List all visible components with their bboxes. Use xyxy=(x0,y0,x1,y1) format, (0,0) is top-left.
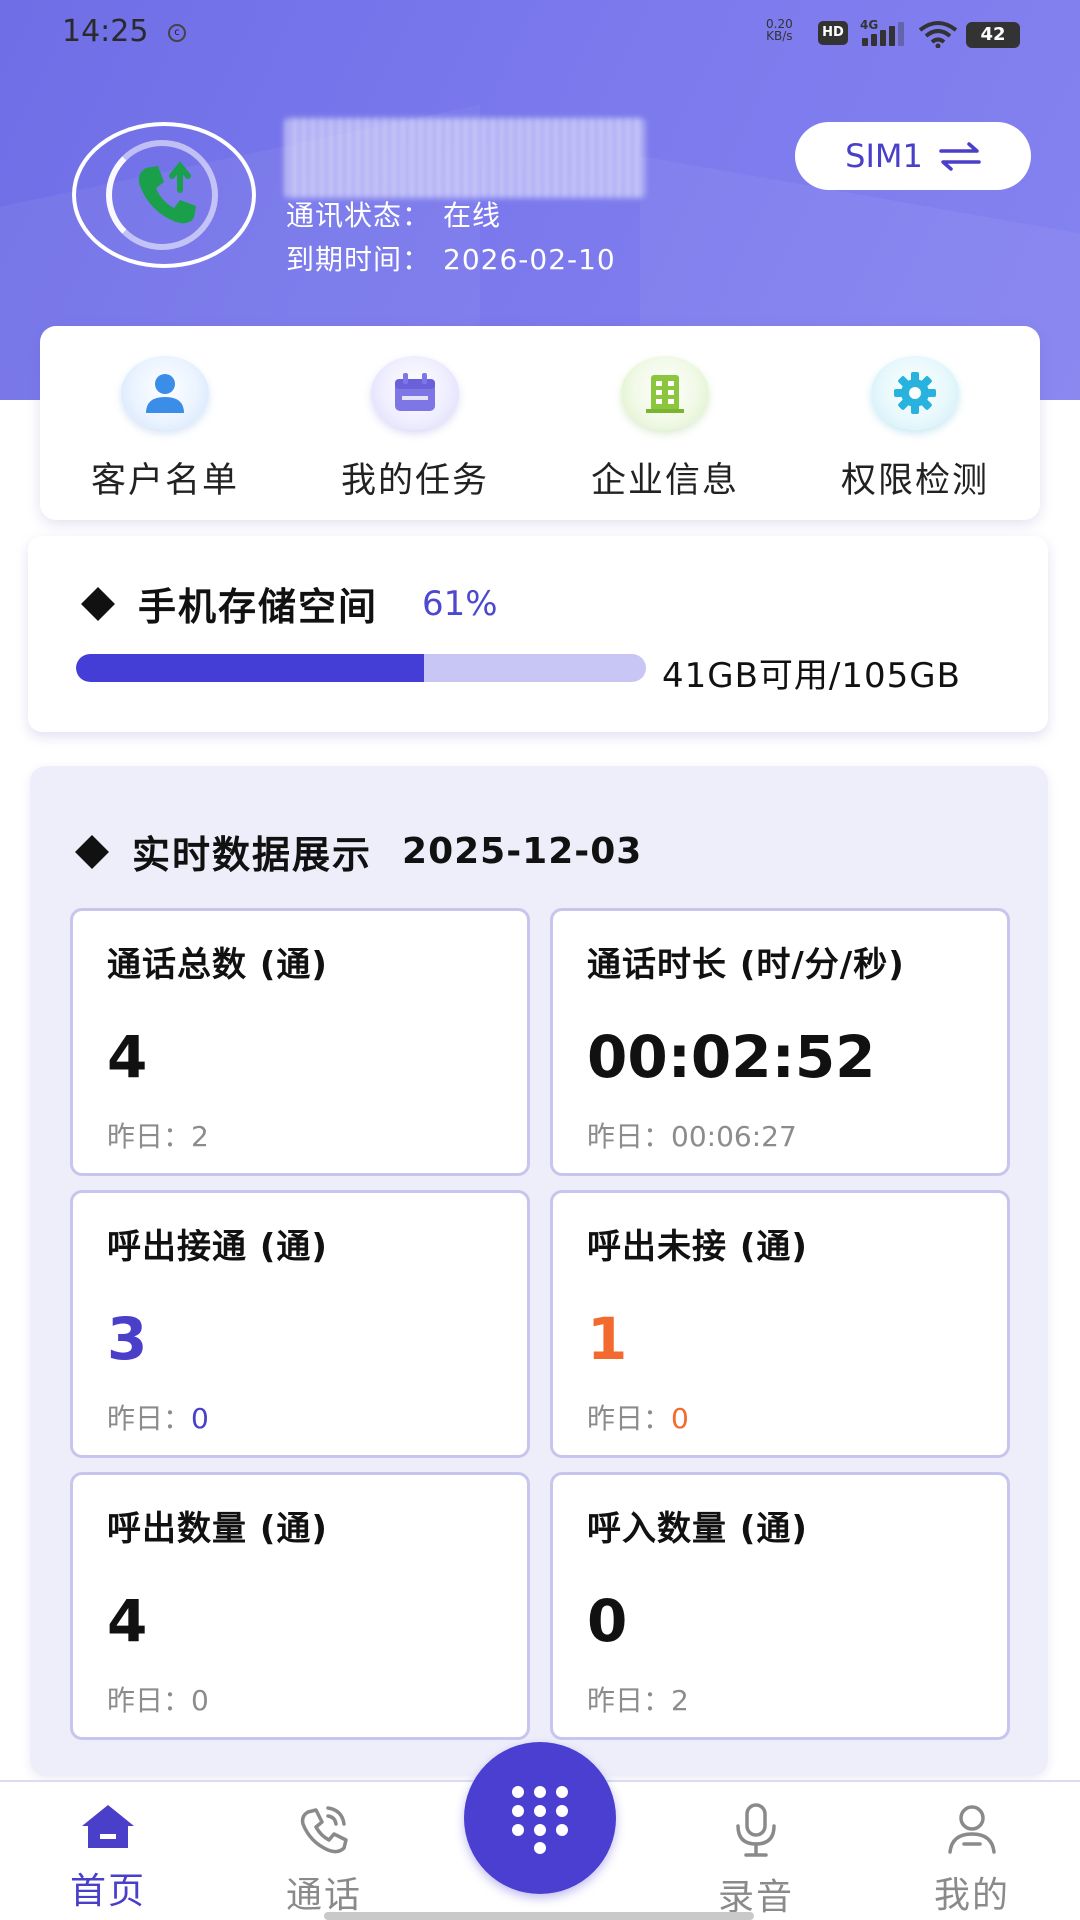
nav-home[interactable]: 首页 xyxy=(28,1802,188,1914)
swap-arrows-icon xyxy=(939,142,981,171)
stat-yesterday-value: 00:06:27 xyxy=(671,1120,797,1153)
quick-item-company-info[interactable]: 企业信息 xyxy=(545,326,785,520)
person-icon xyxy=(948,1805,996,1854)
nav-label: 我的 xyxy=(933,1875,1010,1916)
storage-usage-text: 41GB可用/105GB xyxy=(662,656,961,696)
stat-yesterday-label: 昨日： xyxy=(107,1684,192,1717)
stat-card-outgoing-missed[interactable]: 呼出未接 (通) 1 昨日：0 xyxy=(550,1190,1010,1458)
status-bar: 14:25 c 0.20 KB/s HD 4G 42 xyxy=(0,0,1080,70)
storage-percent: 61% xyxy=(422,583,498,624)
stat-value: 1 xyxy=(587,1305,628,1373)
realtime-data-panel: 实时数据展示 2025-12-03 通话总数 (通) 4 昨日：2 通话时长 (… xyxy=(30,766,1048,1776)
connection-status: 通讯状态： 在线 xyxy=(286,194,501,234)
stat-yesterday-label: 昨日： xyxy=(587,1684,672,1717)
quick-item-label: 客户名单 xyxy=(90,461,239,501)
stat-yesterday: 昨日：2 xyxy=(587,1679,689,1719)
stat-label: 呼出接通 (通) xyxy=(107,1227,328,1267)
network-speed: 0.20 KB/s xyxy=(766,18,793,42)
stat-card-call-duration[interactable]: 通话时长 (时/分/秒) 00:02:52 昨日：00:06:27 xyxy=(550,908,1010,1176)
storage-progress-fill xyxy=(76,654,424,682)
nav-label: 通话 xyxy=(285,1875,362,1916)
stat-value: 0 xyxy=(587,1587,628,1655)
realtime-date: 2025-12-03 xyxy=(402,831,643,872)
nav-label: 首页 xyxy=(69,1871,146,1912)
diamond-bullet-icon xyxy=(75,834,109,869)
stat-yesterday: 昨日：0 xyxy=(107,1397,209,1437)
diamond-bullet-icon xyxy=(81,586,115,621)
quick-item-label: 我的任务 xyxy=(340,461,489,501)
sim-switch-button[interactable]: SIM1 xyxy=(795,122,1031,190)
realtime-title: 实时数据展示 xyxy=(132,833,373,877)
nav-mine[interactable]: 我的 xyxy=(892,1802,1052,1918)
stat-card-total-calls[interactable]: 通话总数 (通) 4 昨日：2 xyxy=(70,908,530,1176)
user-icon xyxy=(121,356,209,430)
status-time: 14:25 xyxy=(62,14,149,49)
avatar[interactable] xyxy=(72,122,256,268)
stat-yesterday-label: 昨日： xyxy=(107,1402,192,1435)
stat-yesterday: 昨日：00:06:27 xyxy=(587,1115,797,1155)
stat-yesterday: 昨日：0 xyxy=(587,1397,689,1437)
notification-icon: c xyxy=(168,24,186,42)
stat-label: 通话总数 (通) xyxy=(107,945,328,985)
stat-yesterday-label: 昨日： xyxy=(587,1402,672,1435)
stat-yesterday-value: 0 xyxy=(671,1402,689,1435)
connection-status-value: 在线 xyxy=(443,199,502,232)
stat-label: 通话时长 (时/分/秒) xyxy=(587,945,905,985)
battery-icon: 42 xyxy=(966,22,1020,48)
home-icon xyxy=(82,1805,134,1848)
expiry-date: 到期时间： 2026-02-10 xyxy=(286,238,616,278)
stat-value: 3 xyxy=(107,1305,148,1373)
storage-card: 手机存储空间 61% 41GB可用/105GB xyxy=(28,536,1048,732)
gear-icon xyxy=(871,356,959,430)
stat-yesterday-value: 0 xyxy=(191,1684,209,1717)
stat-yesterday: 昨日：0 xyxy=(107,1679,209,1719)
dialpad-icon xyxy=(512,1786,568,1854)
stat-yesterday-value: 2 xyxy=(671,1684,689,1717)
stat-label: 呼入数量 (通) xyxy=(587,1509,808,1549)
stat-label: 呼出未接 (通) xyxy=(587,1227,808,1267)
quick-menu: 客户名单 我的任务 企业信息 权限检测 xyxy=(40,326,1040,520)
quick-item-label: 企业信息 xyxy=(590,461,739,501)
quick-item-customer-list[interactable]: 客户名单 xyxy=(45,326,285,520)
phone-call-icon xyxy=(300,1806,348,1854)
expiry-date-label: 到期时间： xyxy=(286,243,432,276)
phone-callback-icon xyxy=(138,161,196,224)
quick-item-label: 权限检测 xyxy=(840,461,989,501)
stat-value: 4 xyxy=(107,1587,148,1655)
stat-label: 呼出数量 (通) xyxy=(107,1509,328,1549)
stat-yesterday: 昨日：2 xyxy=(107,1115,209,1155)
storage-title: 手机存储空间 xyxy=(138,585,379,629)
connection-status-label: 通讯状态： xyxy=(286,199,432,232)
calendar-icon xyxy=(371,356,459,430)
realtime-header: 实时数据展示 2025-12-03 xyxy=(72,824,642,879)
storage-header: 手机存储空间 61% xyxy=(78,576,498,631)
profile-name-redacted xyxy=(285,118,645,198)
quick-item-my-tasks[interactable]: 我的任务 xyxy=(295,326,535,520)
stat-value: 00:02:52 xyxy=(587,1023,876,1091)
stat-value: 4 xyxy=(107,1023,148,1091)
sim-label: SIM1 xyxy=(845,137,923,175)
stat-yesterday-value: 2 xyxy=(191,1120,209,1153)
stat-card-outgoing-connected[interactable]: 呼出接通 (通) 3 昨日：0 xyxy=(70,1190,530,1458)
dialpad-button[interactable] xyxy=(464,1742,616,1894)
nav-calls[interactable]: 通话 xyxy=(244,1802,404,1918)
microphone-icon xyxy=(736,1803,776,1857)
stat-card-incoming-count[interactable]: 呼入数量 (通) 0 昨日：2 xyxy=(550,1472,1010,1740)
home-indicator[interactable] xyxy=(324,1912,754,1920)
building-icon xyxy=(621,356,709,430)
wifi-icon xyxy=(918,21,958,48)
network-type: 4G xyxy=(860,18,879,32)
stat-yesterday-label: 昨日： xyxy=(587,1120,672,1153)
stat-yesterday-value: 0 xyxy=(191,1402,209,1435)
signal-icon: 4G xyxy=(860,18,906,48)
storage-progress-bar xyxy=(76,654,646,682)
hd-icon: HD xyxy=(818,21,848,45)
nav-recordings[interactable]: 录音 xyxy=(676,1802,836,1920)
expiry-date-value: 2026-02-10 xyxy=(443,243,616,276)
stat-card-outgoing-count[interactable]: 呼出数量 (通) 4 昨日：0 xyxy=(70,1472,530,1740)
stat-yesterday-label: 昨日： xyxy=(107,1120,192,1153)
network-speed-unit: KB/s xyxy=(766,29,793,43)
quick-item-permission-check[interactable]: 权限检测 xyxy=(795,326,1035,520)
